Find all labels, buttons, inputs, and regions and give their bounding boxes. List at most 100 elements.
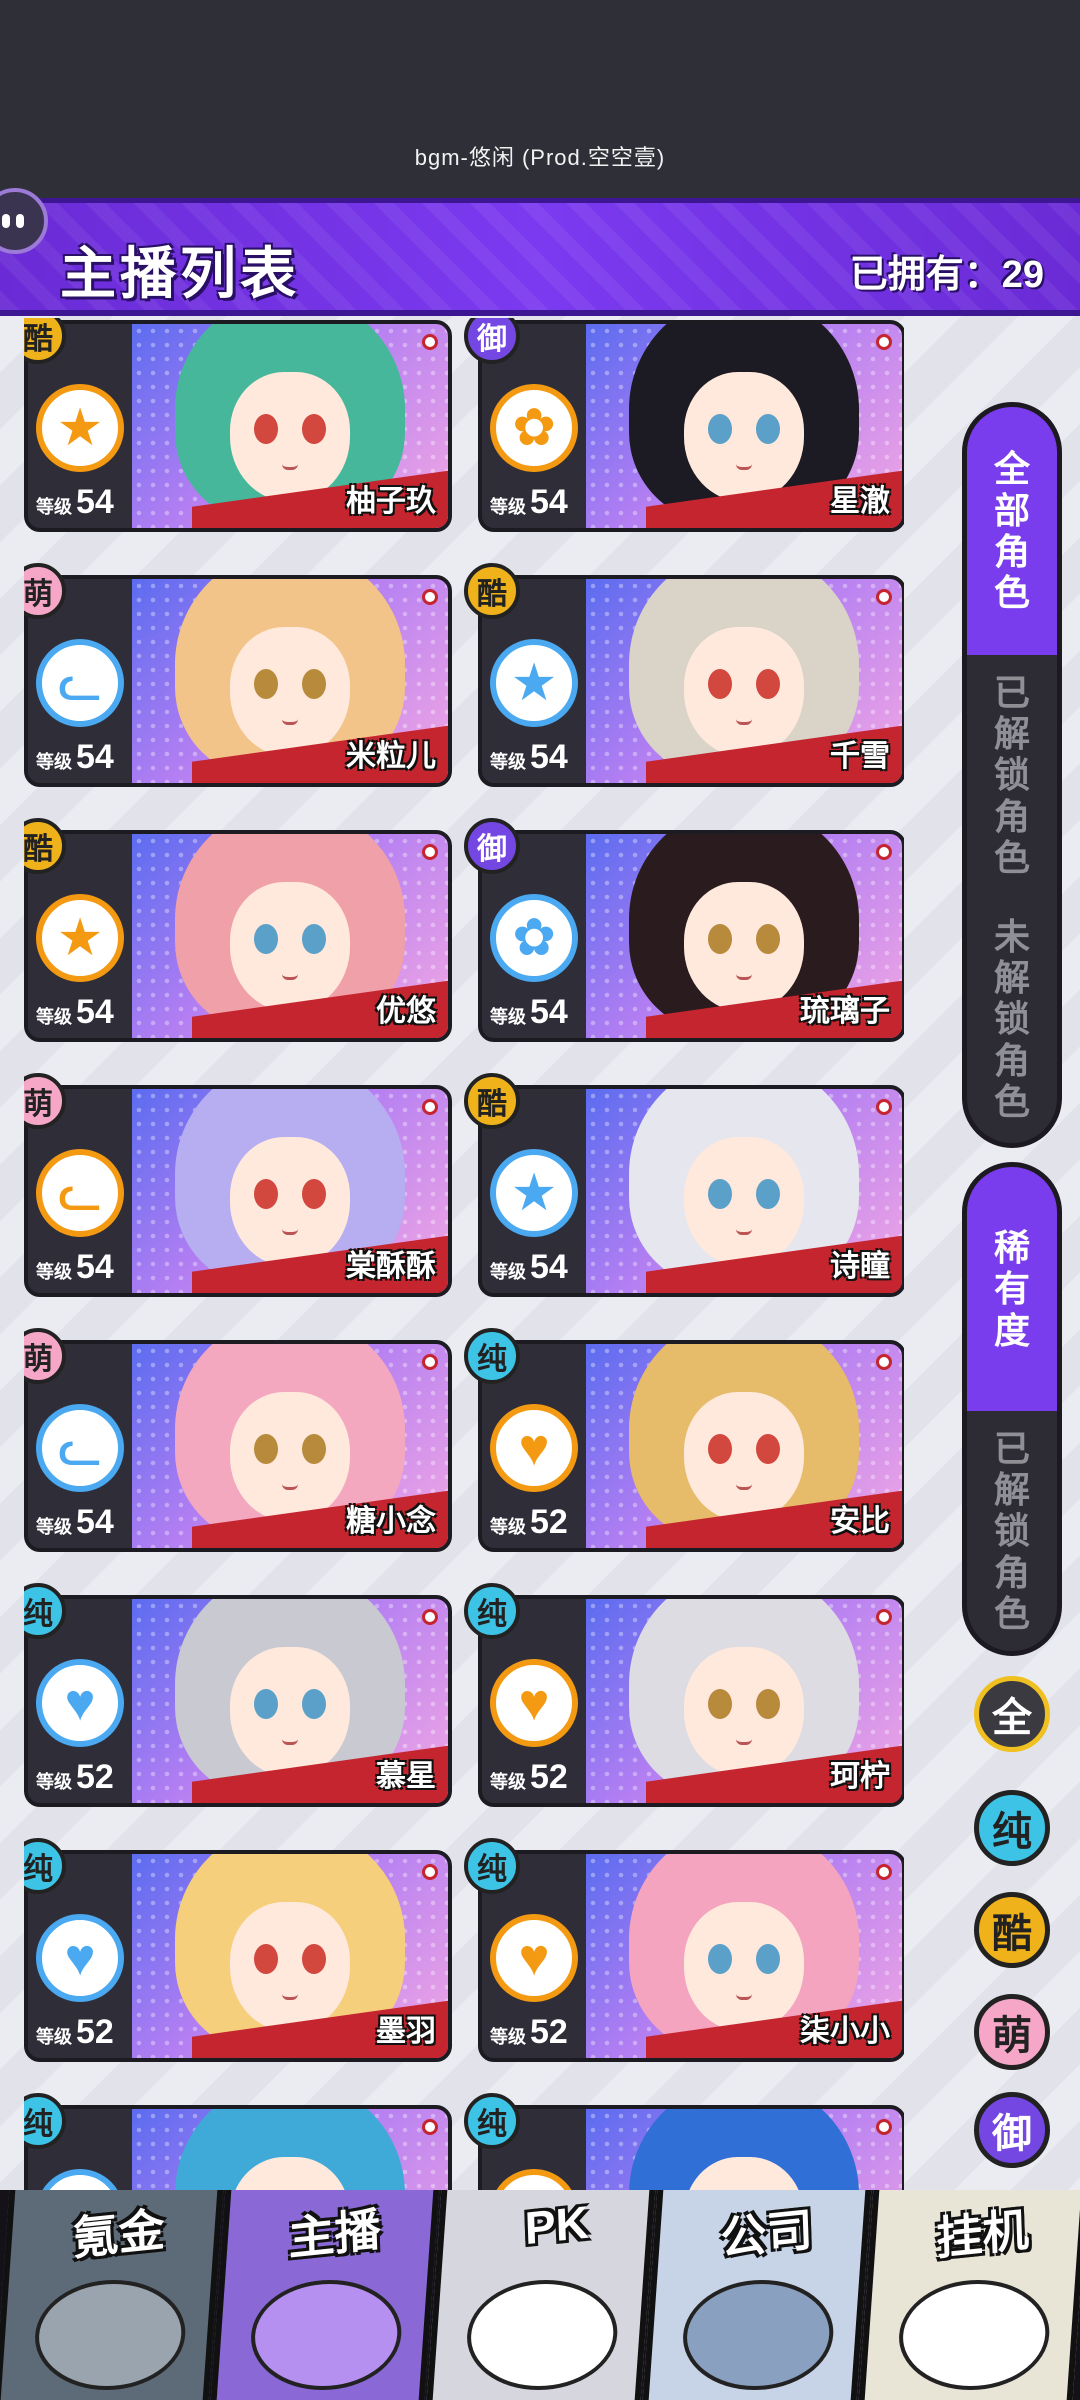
character-name: 珂柠 <box>830 1760 890 1793</box>
right-eye <box>302 414 326 444</box>
tab-char: 角 <box>993 795 1030 837</box>
company-building-icon <box>679 2280 838 2390</box>
right-eye <box>302 1434 326 1464</box>
filter-cute-button[interactable]: 萌 <box>974 1994 1050 2070</box>
page-header: 主播列表 已拥有：29 <box>0 198 1080 316</box>
card-corner-dot <box>876 1609 892 1625</box>
tab-char: 色 <box>993 1081 1030 1123</box>
streamer-card[interactable]: ✿lx 等级54 星澈 <box>478 320 904 532</box>
character-name: 棠酥酥 <box>346 1250 436 1283</box>
pulse-emblem-icon: ♥lx <box>490 1914 578 2002</box>
tab-unlocked-roles[interactable]: 已解锁角色 <box>967 655 1057 895</box>
streamer-card[interactable]: ᓚlx 等级54 棠酥酥 <box>24 1085 452 1297</box>
tab-char: 解 <box>993 956 1030 998</box>
level-value: 54 <box>76 738 114 776</box>
character-face <box>684 1392 804 1522</box>
rarity-badge-cool: 酷 <box>464 563 520 619</box>
character-portrait <box>586 2109 902 2190</box>
character-face <box>684 627 804 757</box>
rarity-badge-royal: 御 <box>464 818 520 874</box>
rarity-badge-pure: 纯 <box>464 2093 520 2149</box>
card-corner-dot <box>876 1864 892 1880</box>
left-eye <box>708 1944 732 1974</box>
nav-company-tab[interactable]: 公司 <box>642 2190 872 2400</box>
rarity-tab-panel: 稀有度 已解锁角色 <box>962 1162 1062 1656</box>
tab-locked-roles[interactable]: 未解锁角色 <box>967 895 1057 1143</box>
level-label: 等级 <box>36 1007 72 1027</box>
streamer-card[interactable]: ♥lx 等级52 墨羽 <box>24 1850 452 2062</box>
card-corner-dot <box>876 2119 892 2135</box>
card-corner-dot <box>422 1099 438 1115</box>
filter-all-button[interactable]: 全 <box>974 1676 1050 1752</box>
left-eye <box>254 1179 278 1209</box>
filter-royal-button[interactable]: 御 <box>974 2092 1050 2168</box>
left-eye <box>708 1434 732 1464</box>
owned-count: 已拥有：29 <box>849 254 1044 296</box>
card-corner-dot <box>876 589 892 605</box>
tab-char: 部 <box>993 489 1030 531</box>
tab-char: 度 <box>993 1309 1030 1351</box>
page-title: 主播列表 <box>60 242 300 305</box>
tab-char: 未 <box>993 915 1030 957</box>
role-tab-panel: 全部角色 已解锁角色 未解锁角色 <box>962 402 1062 1148</box>
filter-pure-button[interactable]: 纯 <box>974 1790 1050 1866</box>
right-eye <box>302 669 326 699</box>
level-label: 等级 <box>36 752 72 772</box>
tab-rarity-unlocked[interactable]: 已解锁角色 <box>967 1411 1057 1651</box>
character-name: 慕星 <box>376 1760 436 1793</box>
streamer-card[interactable]: ♥lx 等级52 安比 <box>478 1340 904 1552</box>
level-display: 等级 52 <box>490 1758 568 1797</box>
level-label: 等级 <box>36 1772 72 1792</box>
tab-rarity[interactable]: 稀有度 <box>967 1167 1057 1411</box>
filter-cool-button[interactable]: 酷 <box>974 1892 1050 1968</box>
character-portrait <box>132 2109 448 2190</box>
card-corner-dot <box>422 1864 438 1880</box>
status-bar: bgm-悠闲 (Prod.空空壹) <box>0 0 1080 200</box>
nav-streamer-tab[interactable]: 主播 <box>210 2190 440 2400</box>
level-value: 54 <box>530 993 568 1031</box>
streamer-card[interactable]: ᓚlx 等级54 糖小念 <box>24 1340 452 1552</box>
nav-pk-tab[interactable]: PK <box>426 2190 656 2400</box>
tab-char: 色 <box>993 572 1030 614</box>
level-value: 52 <box>76 1758 114 1796</box>
level-display: 等级 54 <box>490 483 568 522</box>
character-name: 安比 <box>830 1505 890 1538</box>
level-label: 等级 <box>36 497 72 517</box>
streamer-card[interactable]: ♥lx <box>24 2105 452 2190</box>
character-face <box>230 1137 350 1267</box>
character-mouth <box>282 974 298 980</box>
character-mouth <box>736 1739 752 1745</box>
streamer-card[interactable]: ★lx 等级54 优悠 <box>24 830 452 1042</box>
left-eye <box>708 924 732 954</box>
level-display: 等级 54 <box>36 738 114 777</box>
coin-stack-icon <box>31 2280 190 2390</box>
level-value: 54 <box>76 483 114 521</box>
streamer-card[interactable]: ★lx 等级54 诗瞳 <box>478 1085 904 1297</box>
streamer-card[interactable]: ✿lx 等级54 琉璃子 <box>478 830 904 1042</box>
left-eye <box>254 1689 278 1719</box>
streamer-card[interactable]: ★lx 等级54 柚子玖 <box>24 320 452 532</box>
left-eye <box>254 1944 278 1974</box>
streamer-card[interactable]: ᓚlx 等级54 米粒儿 <box>24 575 452 787</box>
streamer-card[interactable]: ♥lx 等级52 珂柠 <box>478 1595 904 1807</box>
pulse-emblem-icon: ♥lx <box>36 1659 124 1747</box>
character-mouth <box>736 464 752 470</box>
rarity-badge-pure: 纯 <box>464 1583 520 1639</box>
nav-idle-tab[interactable]: 挂机 <box>858 2190 1080 2400</box>
tab-all-roles[interactable]: 全部角色 <box>967 407 1057 655</box>
character-mouth <box>282 464 298 470</box>
card-corner-dot <box>422 2119 438 2135</box>
streamer-card[interactable]: ★lx 等级54 千雪 <box>478 575 904 787</box>
card-corner-dot <box>422 589 438 605</box>
streamer-card[interactable]: ♥lx 等级52 慕星 <box>24 1595 452 1807</box>
streamer-card[interactable]: ♥lx <box>478 2105 904 2190</box>
level-value: 54 <box>76 993 114 1031</box>
card-corner-dot <box>422 844 438 860</box>
streamer-card[interactable]: ♥lx 等级52 柒小小 <box>478 1850 904 2062</box>
character-mouth <box>282 1994 298 2000</box>
right-eye <box>756 1434 780 1464</box>
bgm-title: bgm-悠闲 (Prod.空空壹) <box>414 145 666 170</box>
nav-recharge-tab[interactable]: 氪金 <box>0 2190 224 2400</box>
character-face <box>230 1647 350 1777</box>
tab-char: 有 <box>993 1268 1030 1310</box>
